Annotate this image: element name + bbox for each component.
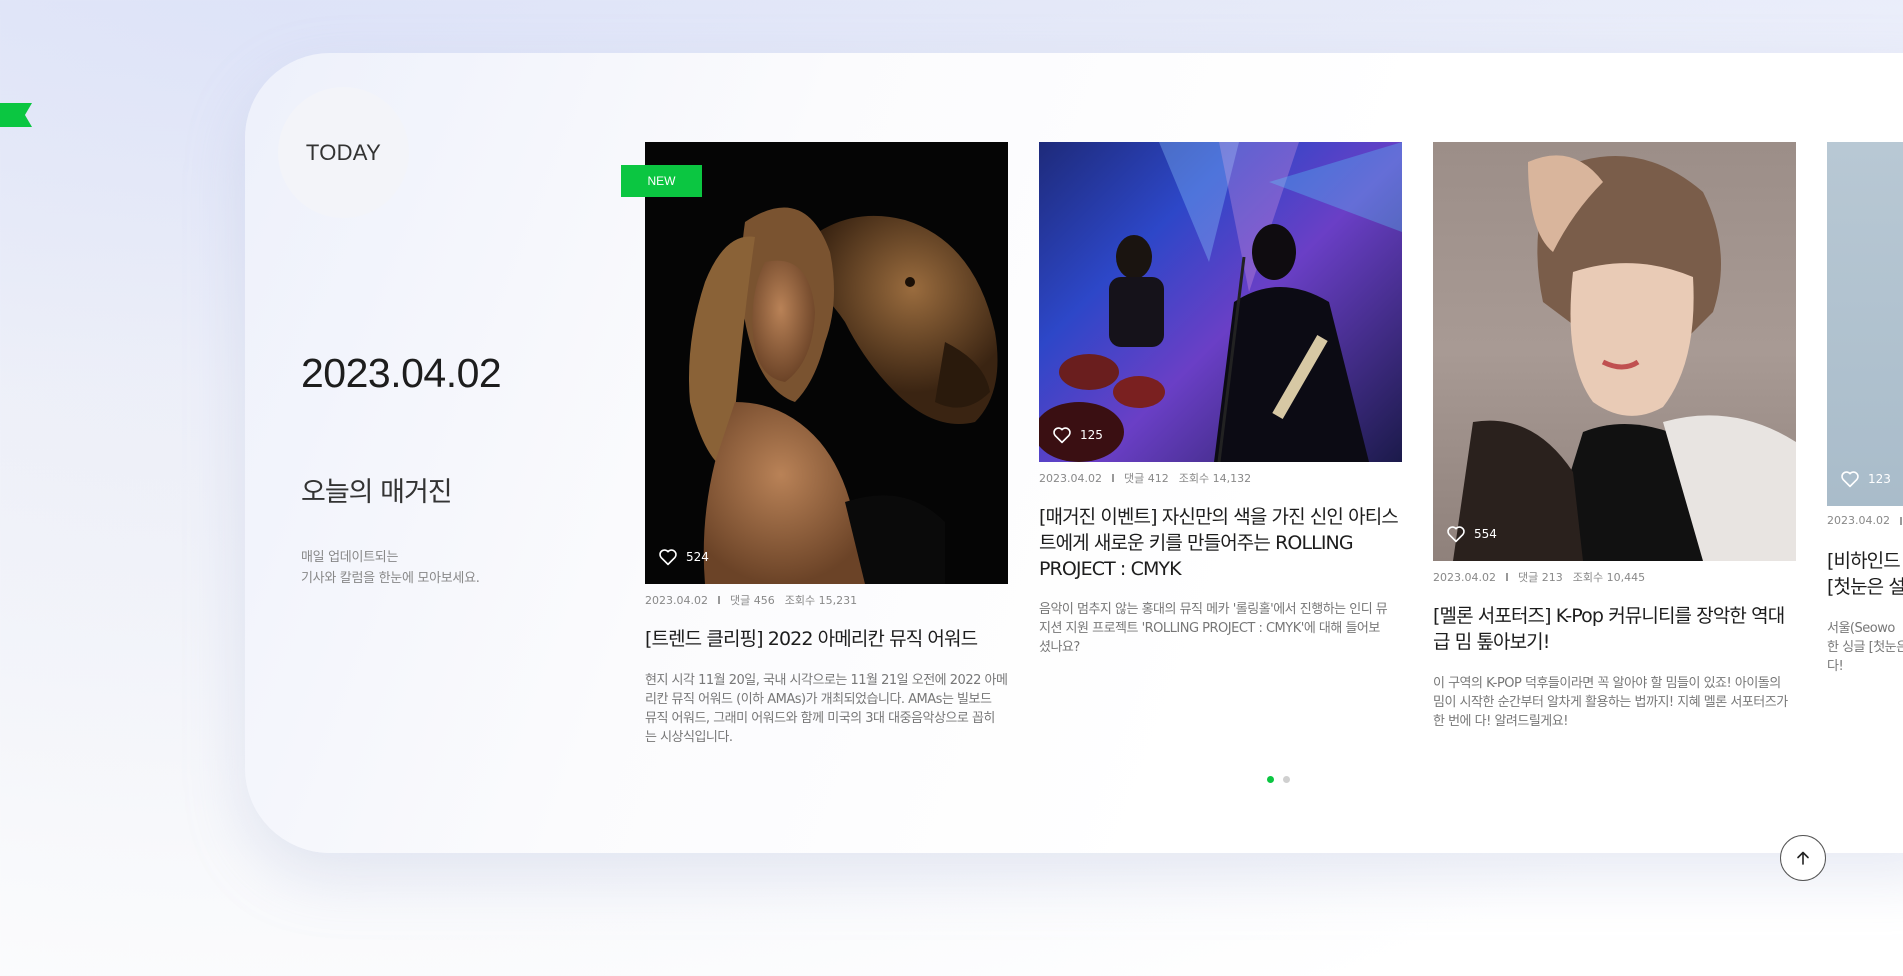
card-date: 2023.04.02 [1433,570,1496,584]
card-desc-line: 한 번에 다! 알려드릴게요! [1433,714,1568,729]
card-title[interactable]: [비하인드 [첫눈은 설 [1827,548,1903,600]
card-title-line: [멜론 서포터즈] K-Pop 커뮤니티를 장악한 역대 [1433,605,1785,627]
card-meta: 2023.04.02 댓글 456 조회수 15,231 [645,592,857,608]
like-number: 554 [1474,527,1497,541]
card-title[interactable]: [트렌드 클리핑] 2022 아메리칸 뮤직 어워드 [645,626,978,652]
like-count[interactable]: 524 [658,548,709,566]
card-meta: 2023.04.02 댓글 213 조회수 10,445 [1433,569,1645,585]
heart-outline-icon [1841,471,1859,488]
card-title-line: 급 밈 톺아보기! [1433,631,1550,653]
card-description: 음악이 멈추지 않는 홍대의 뮤직 메카 '롤링홀'에서 진행하는 인디 뮤 지… [1039,600,1388,657]
card-desc-line: 이 구역의 K-POP 덕후들이라면 꼭 알아야 할 밈들이 있죠! 아이돌의 [1433,676,1781,691]
like-count[interactable]: 123 [1840,470,1891,488]
card-comments: 댓글 456 [729,594,775,607]
band-concert-photo [1039,142,1402,462]
card-date: 2023.04.02 [1827,514,1890,527]
card-desc-line: 리칸 뮤직 어워드 (이하 AMAs)가 개최되었습니다. AMAs는 빌보드 [645,692,992,707]
card-description: 서울(Seowo 한 싱글 [첫눈은 다! [1827,619,1903,676]
page-dot-active[interactable] [1267,776,1274,783]
card-desc-line: 음악이 멈추지 않는 홍대의 뮤직 메카 '롤링홀'에서 진행하는 인디 뮤 [1039,602,1388,617]
card-title-line: [트렌드 클리핑] 2022 아메리칸 뮤직 어워드 [645,628,978,650]
arrow-up-icon [1797,851,1809,865]
card-desc-line: 서울(Seowo [1827,621,1895,636]
card-date: 2023.04.02 [645,593,708,607]
card-desc-line: 뮤직 어워드, 그래미 어워드와 함께 미국의 3대 대중음악상으로 꼽히 [645,711,995,726]
section-desc-line: 매일 업데이트되는 [301,550,399,565]
new-badge: NEW [621,165,702,197]
card-title[interactable]: [매거진 이벤트] 자신만의 색을 가진 신인 아티스 트에게 새로운 키를 만… [1039,504,1399,582]
like-count[interactable]: 554 [1446,525,1497,543]
heart-outline-icon [1447,526,1465,543]
card-thumbnail[interactable]: 554 [1433,142,1796,561]
card-description: 현지 시각 11월 20일, 국내 시각으로는 11월 21일 오전에 2022… [645,671,1008,747]
card-date: 2023.04.02 [1039,471,1102,485]
card-comments: 댓글 213 [1517,571,1563,584]
card-views: 조회수 10,445 [1572,571,1646,584]
card-title-line: [첫눈은 설 [1827,576,1903,598]
card-description: 이 구역의 K-POP 덕후들이라면 꼭 알아야 할 밈들이 있죠! 아이돌의 … [1433,674,1788,731]
like-count[interactable]: 125 [1052,426,1103,444]
scroll-top-button[interactable] [1780,835,1826,881]
card-desc-line: 밈이 시작한 순간부터 알차게 활용하는 법까지! 지혜 멜론 서포터즈가 [1433,695,1788,710]
section-description: 매일 업데이트되는 기사와 칼럼을 한눈에 모아보세요. [301,547,480,589]
carousel-pagination [1267,776,1290,783]
card-desc-line: 지션 지원 프로젝트 'ROLLING PROJECT : CMYK'에 대해 … [1039,621,1380,636]
idol-portrait-photo [1453,155,1796,561]
card-views: 조회수 15,231 [784,594,858,607]
meta-divider [1505,573,1508,581]
like-number: 524 [686,550,709,564]
card-meta: 2023.04.02 댓글 412 조회수 14,132 [1039,470,1251,486]
card-thumbnail[interactable]: 125 [1039,142,1402,462]
card-title[interactable]: [멜론 서포터즈] K-Pop 커뮤니티를 장악한 역대 급 밈 톺아보기! [1433,603,1785,655]
like-number: 125 [1080,428,1103,442]
page-dot[interactable] [1283,776,1290,783]
section-date: 2023.04.02 [301,350,502,396]
section-title: 오늘의 매거진 [301,477,453,508]
heart-outline-icon [659,549,677,566]
card-meta: 2023.04.02 [1827,514,1903,527]
card-title-line: [비하인드 [1827,550,1901,572]
meta-divider [1111,474,1114,482]
like-number: 123 [1868,472,1891,486]
card-title-line: PROJECT : CMYK [1039,558,1182,580]
card-desc-line: 한 싱글 [첫눈은 [1827,640,1903,655]
today-label: TODAY [278,87,409,218]
card-desc-line: 현지 시각 11월 20일, 국내 시각으로는 11월 21일 오전에 2022… [645,673,1008,688]
magazine-card-4[interactable]: 123 2023.04.02 [비하인드 [첫눈은 설 서울(Seowo 한 싱… [1827,142,1903,702]
card-desc-line: 셨나요? [1039,640,1080,655]
heart-outline-icon [1053,427,1071,444]
meta-divider [717,596,720,604]
card-desc-line: 는 시상식입니다. [645,730,733,745]
section-desc-line: 기사와 칼럼을 한눈에 모아보세요. [301,571,480,586]
card-thumbnail[interactable]: 123 [1827,142,1903,506]
card-title-line: 트에게 새로운 키를 만들어주는 ROLLING [1039,532,1354,554]
meta-divider [1899,516,1902,525]
card-title-line: [매거진 이벤트] 자신만의 색을 가진 신인 아티스 [1039,506,1399,528]
lion-and-woman-photo [689,207,998,584]
card-views: 조회수 14,132 [1178,472,1252,485]
card-thumbnail[interactable]: 524 [645,142,1008,584]
card-desc-line: 다! [1827,659,1844,674]
card-comments: 댓글 412 [1123,472,1169,485]
